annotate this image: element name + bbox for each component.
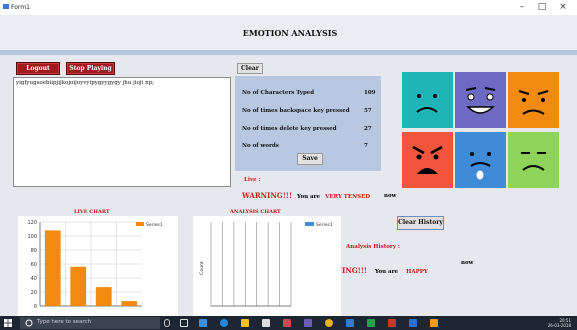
app-icon-2[interactable] xyxy=(283,319,291,327)
minimize-button[interactable]: – xyxy=(514,1,530,13)
live-label: Live : xyxy=(244,177,261,183)
stat-value: 27 xyxy=(364,126,372,132)
emoji-tile-cheerful[interactable] xyxy=(455,72,506,128)
y-tick-label: 120 xyxy=(27,220,37,226)
app-icon-5[interactable] xyxy=(388,319,396,327)
window-titlebar: Form1 – □ × xyxy=(0,0,577,15)
cheerful-face-icon xyxy=(455,72,506,128)
taskbar-search-placeholder: Type here to search xyxy=(37,319,92,325)
search-icon xyxy=(25,319,33,327)
y-tick-label: 40 xyxy=(31,276,37,282)
emoji-tile-angry[interactable] xyxy=(402,132,453,188)
close-button[interactable]: × xyxy=(555,1,571,13)
analysis-chart: Count Series1 xyxy=(193,216,341,316)
y-tick-label: 60 xyxy=(31,262,37,268)
live-you-are: You are xyxy=(297,194,321,200)
analysis-chart-title: ANALYSIS CHART xyxy=(230,209,281,215)
live-emotion: VERY TENSED xyxy=(325,194,371,200)
edge-icon[interactable] xyxy=(220,319,228,327)
maximize-button[interactable]: □ xyxy=(534,1,550,13)
analysis-chart-svg: Count Series1 xyxy=(199,222,333,307)
y-tick-label: 20 xyxy=(31,290,37,296)
windows-start-icon[interactable] xyxy=(4,319,12,327)
emoji-tile-crying[interactable] xyxy=(455,132,506,188)
crying-face-icon xyxy=(455,132,506,188)
stat-label: No of times backspace key pressed xyxy=(242,108,350,114)
history-now: now xyxy=(461,260,474,266)
store-icon[interactable] xyxy=(262,319,270,327)
legend-swatch xyxy=(305,222,314,226)
page-title: EMOTION ANALYSIS xyxy=(242,28,338,38)
neutral-face-icon xyxy=(508,132,559,188)
app-icon-1[interactable] xyxy=(199,319,207,327)
taskbar-search[interactable]: Type here to search xyxy=(20,317,160,329)
live-chart-svg: 0 20 40 60 80 100 120 Series1 xyxy=(27,220,163,310)
live-chart-bar xyxy=(95,287,112,306)
file-explorer-icon[interactable] xyxy=(241,319,249,327)
live-chart-title: LIVE CHART xyxy=(74,209,110,215)
legend-swatch xyxy=(136,222,144,226)
clear-history-button[interactable]: Clear History xyxy=(397,216,444,230)
stats-panel: No of Characters Typed 109 No of times b… xyxy=(235,76,381,171)
legend-label: Series1 xyxy=(316,222,333,228)
stat-value: 7 xyxy=(364,143,368,149)
emoji-tile-sad[interactable] xyxy=(402,72,453,128)
mic-icon[interactable] xyxy=(164,319,170,327)
logout-button[interactable]: Logout xyxy=(16,62,60,75)
typing-textarea[interactable]: yigfyugsoebiipjijkojoijoyvyipygyygygy jh… xyxy=(13,77,231,187)
history-label: Analysis History : xyxy=(346,244,400,250)
live-chart-bar xyxy=(44,230,61,306)
live-chart-bar xyxy=(121,301,138,306)
chrome-icon[interactable] xyxy=(325,319,333,327)
stat-label: No of Characters Typed xyxy=(242,90,315,96)
y-tick-label: 0 xyxy=(34,304,37,310)
app-icon-3[interactable] xyxy=(346,319,354,327)
live-warning: WARNING!!! xyxy=(242,191,292,200)
clock-date: 26-03-2018 xyxy=(547,323,571,328)
legend-label: Series1 xyxy=(146,222,163,228)
live-chart: 0 20 40 60 80 100 120 Series1 xyxy=(18,216,178,316)
live-chart-bar xyxy=(70,266,87,306)
stop-playing-button[interactable]: Stop Playing xyxy=(66,62,115,75)
clear-button[interactable]: Clear xyxy=(237,63,263,74)
emoji-tile-upset[interactable] xyxy=(508,72,559,128)
window-title: Form1 xyxy=(11,4,30,11)
taskbar: Type here to search 20:51 26-03-2018 xyxy=(0,316,577,330)
live-now: now xyxy=(384,193,397,199)
history-you-are: You are xyxy=(375,269,399,275)
stat-value: 109 xyxy=(364,90,376,96)
stat-value: 57 xyxy=(364,108,372,114)
save-button[interactable]: Save xyxy=(297,153,323,165)
app-icon-6[interactable] xyxy=(409,319,417,327)
sad-face-icon xyxy=(402,72,453,128)
system-tray-clock[interactable]: 20:51 26-03-2018 xyxy=(548,318,571,328)
y-tick-label: 100 xyxy=(27,234,37,240)
app-icon-4[interactable] xyxy=(367,319,375,327)
app-icon-7[interactable] xyxy=(430,319,438,327)
history-emotion: HAPPY xyxy=(406,269,428,275)
stat-label: No of times delete key pressed xyxy=(242,126,337,132)
header-divider xyxy=(0,50,577,55)
emoji-tile-neutral[interactable] xyxy=(508,132,559,188)
y-tick-label: 80 xyxy=(31,248,37,254)
visual-studio-icon[interactable] xyxy=(304,319,312,327)
stat-label: No of words xyxy=(242,143,279,149)
y-axis-label: Count xyxy=(199,261,205,275)
upset-face-icon xyxy=(508,72,559,128)
emoji-grid xyxy=(402,72,560,190)
angry-face-icon xyxy=(402,132,453,188)
app-icon xyxy=(3,4,9,9)
task-view-icon[interactable] xyxy=(180,319,188,327)
live-status: WARNING!!! You are VERY TENSED xyxy=(242,191,370,200)
